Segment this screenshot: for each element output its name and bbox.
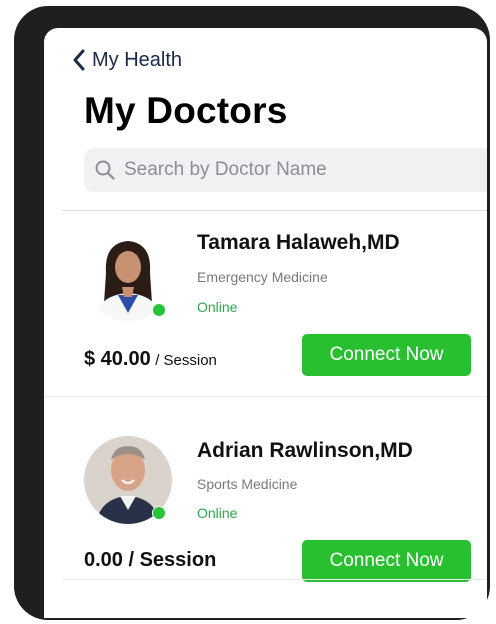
back-label: My Health — [92, 48, 183, 71]
online-status-dot — [152, 506, 166, 520]
doctor-specialty: Sports Medicine — [197, 476, 298, 492]
search-input[interactable] — [124, 159, 454, 181]
avatar — [84, 233, 172, 321]
search-icon — [95, 160, 115, 180]
connect-now-button[interactable]: Connect Now — [302, 334, 471, 376]
doctor-specialty: Emergency Medicine — [197, 269, 328, 285]
session-price: 0.00 / Session — [84, 549, 217, 571]
doctor-name[interactable]: Tamara Halaweh,MD — [197, 231, 400, 255]
session-price: $ 40.00 / Session — [84, 348, 217, 371]
doctor-card: Tamara Halaweh,MD Emergency Medicine Onl… — [44, 213, 487, 397]
avatar — [84, 436, 172, 524]
page-title: My Doctors — [84, 90, 288, 131]
online-status: Online — [197, 505, 238, 521]
online-status: Online — [197, 299, 238, 315]
online-status-dot — [152, 303, 166, 317]
chevron-left-icon — [73, 49, 85, 71]
divider — [62, 210, 487, 211]
doctor-name[interactable]: Adrian Rawlinson,MD — [197, 439, 413, 463]
app-screen: My Health My Doctors Search by Doctor Na… — [44, 28, 487, 618]
back-button[interactable]: My Health — [72, 45, 182, 75]
search-bar[interactable] — [84, 148, 487, 192]
doctor-card: Adrian Rawlinson,MD Sports Medicine Onli… — [44, 396, 487, 582]
divider — [62, 579, 487, 580]
connect-now-button[interactable]: Connect Now — [302, 540, 471, 582]
device-frame: My Health My Doctors Search by Doctor Na… — [14, 6, 490, 620]
price-amount: $ 40.00 — [84, 348, 151, 370]
price-unit: / Session — [155, 352, 217, 369]
